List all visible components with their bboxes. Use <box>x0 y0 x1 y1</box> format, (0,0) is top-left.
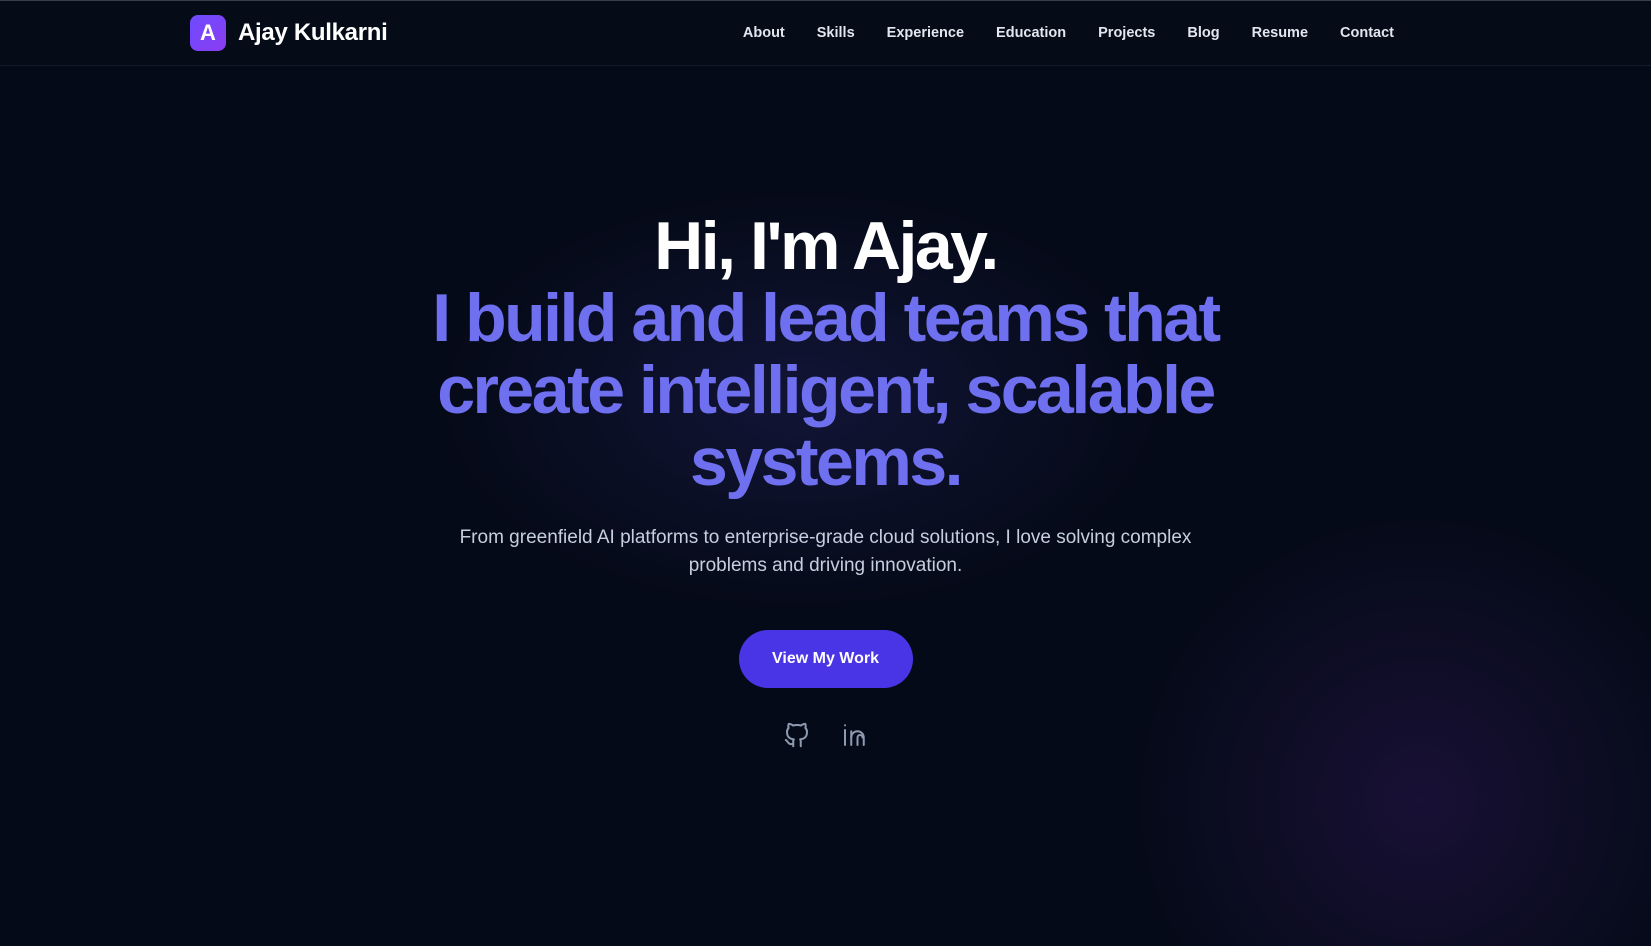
nav-link-experience[interactable]: Experience <box>887 25 964 41</box>
brand-logo: A <box>190 15 226 51</box>
nav-link-skills[interactable]: Skills <box>817 25 855 41</box>
hero-section: Hi, I'm Ajay. I build and lead teams tha… <box>0 210 1651 752</box>
nav-link-resume[interactable]: Resume <box>1252 25 1308 41</box>
nav-link-blog[interactable]: Blog <box>1187 25 1219 41</box>
nav-menu: About Skills Experience Education Projec… <box>743 1 1394 65</box>
nav-link-contact[interactable]: Contact <box>1340 25 1394 41</box>
nav-link-projects[interactable]: Projects <box>1098 25 1155 41</box>
github-link[interactable] <box>780 718 814 752</box>
linkedin-icon <box>843 724 865 746</box>
hero-description: From greenfield AI platforms to enterpri… <box>459 527 1192 576</box>
window-top-edge <box>0 0 1651 1</box>
social-links <box>0 718 1651 752</box>
brand-name: Ajay Kulkarni <box>238 19 388 46</box>
hero-greeting: Hi, I'm Ajay. <box>654 208 999 284</box>
nav-link-about[interactable]: About <box>743 25 785 41</box>
linkedin-link[interactable] <box>838 718 872 752</box>
brand-home-link[interactable]: A Ajay Kulkarni <box>190 15 388 51</box>
view-my-work-button[interactable]: View My Work <box>738 630 913 688</box>
hero-tagline: I build and lead teams that create intel… <box>432 280 1221 500</box>
nav-link-education[interactable]: Education <box>996 25 1066 41</box>
github-icon <box>784 722 808 748</box>
navbar: A Ajay Kulkarni About Skills Experience … <box>0 1 1651 66</box>
